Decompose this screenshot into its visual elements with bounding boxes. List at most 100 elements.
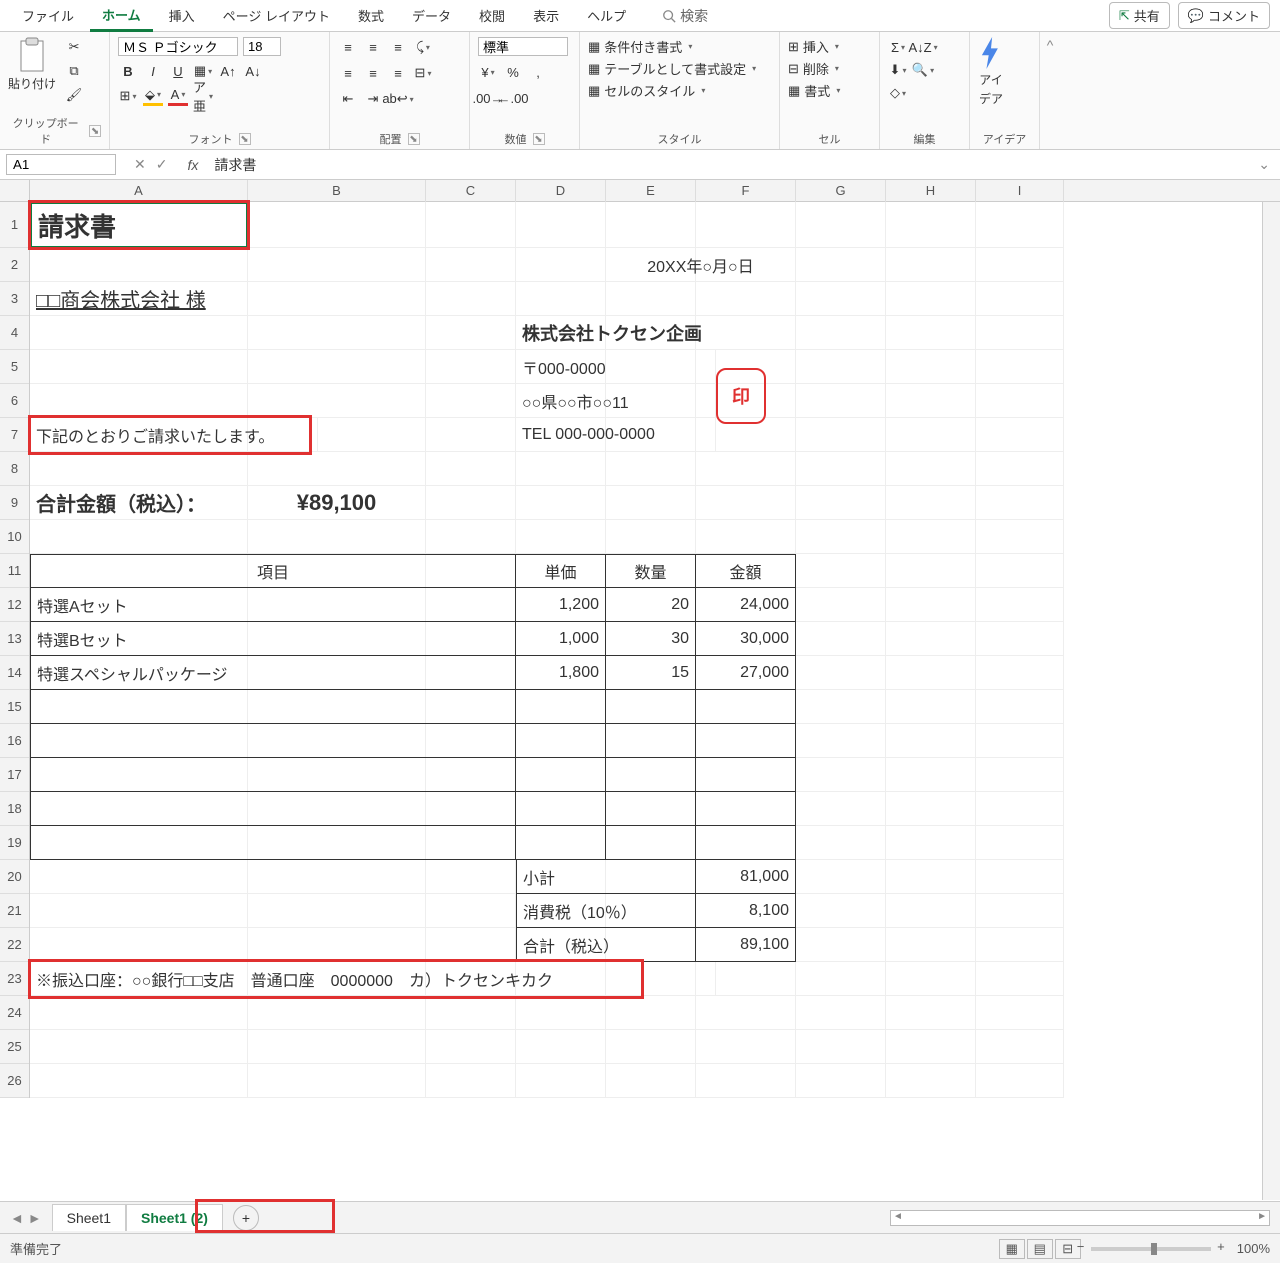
item-qty-15[interactable] — [606, 690, 696, 724]
cell-F1[interactable] — [696, 202, 796, 248]
col-header-E[interactable]: E — [606, 180, 696, 202]
cell-G3[interactable] — [796, 282, 886, 316]
cell-G23[interactable] — [796, 962, 886, 996]
delete-cells-button[interactable]: ⊟削除 — [788, 59, 840, 78]
cell-I2[interactable] — [976, 248, 1064, 282]
gtotal[interactable]: 89,100 — [696, 928, 796, 962]
cell-I19[interactable] — [976, 826, 1064, 860]
row-header-10[interactable]: 10 — [0, 520, 29, 554]
cell-C1[interactable] — [426, 202, 516, 248]
row-header-3[interactable]: 3 — [0, 282, 29, 316]
cell-A25[interactable] — [30, 1030, 248, 1064]
subtotal-label[interactable]: 小計 — [516, 860, 696, 894]
cell-C22[interactable] — [426, 928, 516, 962]
sheet-tab-2[interactable]: Sheet1 (2) — [126, 1204, 223, 1231]
select-all-corner[interactable] — [0, 180, 30, 201]
cell-C8[interactable] — [426, 452, 516, 486]
cell-H1[interactable] — [886, 202, 976, 248]
tab-layout[interactable]: ページ レイアウト — [211, 1, 342, 30]
cell-B22[interactable] — [248, 928, 426, 962]
item-name-13[interactable]: 特選Bセット — [30, 622, 516, 656]
cell-G11[interactable] — [796, 554, 886, 588]
cell-I24[interactable] — [976, 996, 1064, 1030]
cell-H24[interactable] — [886, 996, 976, 1030]
cell-F25[interactable] — [696, 1030, 796, 1064]
item-amount-15[interactable] — [696, 690, 796, 724]
item-name-18[interactable] — [30, 792, 516, 826]
cell-H11[interactable] — [886, 554, 976, 588]
item-price-19[interactable] — [516, 826, 606, 860]
tab-formula[interactable]: 数式 — [346, 1, 396, 30]
cell-I4[interactable] — [976, 316, 1064, 350]
cell-I9[interactable] — [976, 486, 1064, 520]
cell-C25[interactable] — [426, 1030, 516, 1064]
intro-text[interactable]: 下記のとおりご請求いたします。 — [30, 418, 318, 452]
cell-C26[interactable] — [426, 1064, 516, 1098]
col-header-B[interactable]: B — [248, 180, 426, 202]
bank-info[interactable]: ※振込口座：○○銀行□□支店 普通口座 0000000 カ）トクセンキカク — [30, 962, 716, 996]
cell-B21[interactable] — [248, 894, 426, 928]
cell-D10[interactable] — [516, 520, 606, 554]
cell-B6[interactable] — [248, 384, 426, 418]
row-header-21[interactable]: 21 — [0, 894, 29, 928]
cell-I21[interactable] — [976, 894, 1064, 928]
cell-D3[interactable] — [516, 282, 606, 316]
cell-I15[interactable] — [976, 690, 1064, 724]
cell-I25[interactable] — [976, 1030, 1064, 1064]
bold-button[interactable]: B — [118, 61, 138, 81]
vertical-scrollbar[interactable] — [1262, 202, 1280, 1200]
row-header-1[interactable]: 1 — [0, 202, 29, 248]
align-top[interactable]: ≡ — [338, 37, 358, 57]
cell-H7[interactable] — [886, 418, 976, 452]
item-amount-13[interactable]: 30,000 — [696, 622, 796, 656]
collapse-ribbon-button[interactable]: ^ — [1040, 32, 1060, 149]
cell-G17[interactable] — [796, 758, 886, 792]
tab-file[interactable]: ファイル — [10, 1, 86, 30]
cell-I3[interactable] — [976, 282, 1064, 316]
cell-A20[interactable] — [30, 860, 248, 894]
cell-G18[interactable] — [796, 792, 886, 826]
row-header-25[interactable]: 25 — [0, 1030, 29, 1064]
item-qty-19[interactable] — [606, 826, 696, 860]
cell-B4[interactable] — [248, 316, 426, 350]
item-qty-17[interactable] — [606, 758, 696, 792]
company-postal[interactable]: 〒000-0000 — [516, 350, 716, 384]
underline-button[interactable]: U — [168, 61, 188, 81]
cell-I16[interactable] — [976, 724, 1064, 758]
formula-input[interactable]: 請求書 — [206, 153, 1248, 177]
sort-filter-button[interactable]: A↓Z — [913, 37, 933, 57]
align-bottom[interactable]: ≡ — [388, 37, 408, 57]
cell-G26[interactable] — [796, 1064, 886, 1098]
item-name-17[interactable] — [30, 758, 516, 792]
cell-A22[interactable] — [30, 928, 248, 962]
item-qty-16[interactable] — [606, 724, 696, 758]
cell-E8[interactable] — [606, 452, 696, 486]
cell-H26[interactable] — [886, 1064, 976, 1098]
cell-I18[interactable] — [976, 792, 1064, 826]
item-price-16[interactable] — [516, 724, 606, 758]
item-name-14[interactable]: 特選スペシャルパッケージ — [30, 656, 516, 690]
cell-H10[interactable] — [886, 520, 976, 554]
th-item[interactable]: 項目 — [30, 554, 516, 588]
cell-C3[interactable] — [426, 282, 516, 316]
total-label[interactable]: 合計金額（税込）： — [30, 486, 248, 520]
cell-I5[interactable] — [976, 350, 1064, 384]
item-amount-19[interactable] — [696, 826, 796, 860]
cell-C21[interactable] — [426, 894, 516, 928]
gtotal-label[interactable]: 合計（税込） — [516, 928, 696, 962]
wrap-text[interactable]: ab↩ — [388, 89, 408, 109]
cell-H15[interactable] — [886, 690, 976, 724]
item-name-12[interactable]: 特選Aセット — [30, 588, 516, 622]
align-dialog-launcher[interactable]: ⬊ — [408, 133, 420, 145]
tab-data[interactable]: データ — [400, 1, 463, 30]
number-format-select[interactable] — [478, 37, 568, 56]
font-color-button[interactable]: A — [168, 86, 188, 106]
cell-A24[interactable] — [30, 996, 248, 1030]
cell-C10[interactable] — [426, 520, 516, 554]
cell-B10[interactable] — [248, 520, 426, 554]
row-header-17[interactable]: 17 — [0, 758, 29, 792]
cell-A6[interactable] — [30, 384, 248, 418]
horizontal-scrollbar[interactable] — [890, 1210, 1270, 1226]
clipboard-dialog-launcher[interactable]: ⬊ — [89, 125, 101, 137]
cell-I7[interactable] — [976, 418, 1064, 452]
